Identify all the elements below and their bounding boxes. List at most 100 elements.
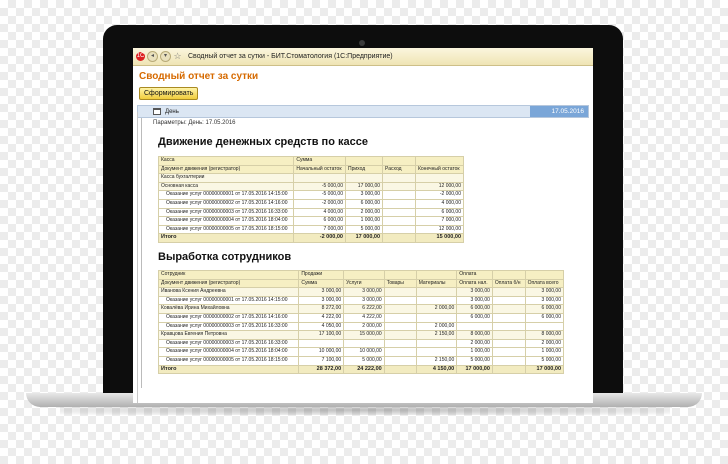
- table-header-row: Сотрудник Продажи Оплата: [157, 270, 565, 280]
- table-row: Оказание услуг 00000000003 от 17.05.2016…: [157, 207, 465, 218]
- favorite-star-icon[interactable]: ☆: [173, 52, 182, 61]
- table-cell: [415, 270, 458, 280]
- table-cell: [383, 338, 417, 349]
- table-cell: Расход: [382, 164, 416, 175]
- table-cell: 3 000,00: [524, 287, 565, 297]
- table-cell: 7 000,00: [414, 216, 465, 226]
- table-cell: Сумма: [298, 278, 345, 289]
- table-cell: 6 000,00: [456, 304, 493, 314]
- app-window: 1C ◂ ▾ ☆ Сводный отчет за сутки - БИТ.Ст…: [133, 48, 593, 403]
- table-cell: [382, 233, 416, 243]
- table-cell: [382, 173, 416, 183]
- table-cell: 17 000,00: [456, 364, 493, 375]
- app-logo-icon: 1C: [136, 52, 145, 61]
- table-row: Оказание услуг 00000000001 от 17.05.2016…: [157, 295, 565, 306]
- table-cell: 6 222,00: [343, 304, 385, 314]
- table-cell: -2 000,00: [293, 233, 346, 243]
- table-cell: [298, 338, 345, 349]
- table-cell: [382, 207, 416, 218]
- table-cell: [383, 347, 417, 357]
- table-cell: [382, 181, 416, 192]
- table-cell: 2 000,00: [415, 321, 458, 332]
- table-row: Основная касса -5 000,00 17 000,00 12 000,0…: [157, 181, 465, 192]
- table-cell: 3 000,00: [343, 295, 385, 306]
- generate-report-button[interactable]: Сформировать: [139, 87, 199, 100]
- table-cell: 15 000,00: [343, 330, 385, 340]
- table-cell: [491, 321, 526, 332]
- table-cell: [415, 347, 458, 357]
- table-cell: [415, 295, 458, 306]
- table-cell: Сотрудник: [157, 270, 300, 280]
- table-cell: 4 000,00: [293, 207, 346, 218]
- table-cell: 2 150,00: [415, 355, 458, 366]
- table-cell: 3 000,00: [456, 295, 493, 306]
- table-cell: Оказание услуг 00000000005 от 17.05.2016…: [157, 224, 295, 235]
- table-cell: 6 000,00: [524, 304, 565, 314]
- table-cell: Материалы: [415, 278, 458, 289]
- table-cell: Ковалёва Ирина Михайловна: [157, 304, 300, 314]
- table-cell: Оказание услуг 00000000003 от 17.05.2016…: [157, 321, 300, 332]
- window-titlebar: 1C ◂ ▾ ☆ Сводный отчет за сутки - БИТ.Ст…: [133, 48, 593, 66]
- table-cell: 10 000,00: [343, 347, 385, 357]
- table-cell: Оказание услуг 00000000003 от 17.05.2016…: [157, 207, 295, 218]
- table-cell: Касса: [157, 156, 295, 166]
- table-cell: [524, 321, 565, 332]
- table-cell: Оплата нал.: [456, 278, 493, 289]
- staff-output-table: Сотрудник Продажи Оплата Документ движения …: [157, 270, 565, 375]
- table-cell: Итого: [157, 364, 300, 375]
- table-cell: Приход: [344, 164, 384, 175]
- table-cell: [491, 355, 526, 366]
- table-cell: Оказание услуг 00000000003 от 17.05.2016…: [157, 338, 300, 349]
- menu-dropdown-icon[interactable]: ▾: [160, 51, 171, 62]
- table-cell: -2 000,00: [293, 198, 346, 209]
- table-cell: [382, 216, 416, 226]
- table-cell: 24 222,00: [343, 364, 385, 375]
- table-cell: 6 000,00: [293, 216, 346, 226]
- table-cell: Оплата: [456, 270, 493, 280]
- table-row: Оказание услуг 00000000001 от 17.05.2016…: [157, 190, 465, 200]
- table-cell: [491, 330, 526, 340]
- table-cell: 6 000,00: [524, 312, 565, 323]
- table-cell: Сумма: [293, 156, 346, 166]
- table-cell: Конечный остаток: [414, 164, 465, 175]
- table-cell: 17 000,00: [344, 181, 384, 192]
- back-arrow-icon[interactable]: ◂: [147, 51, 158, 62]
- table-cell: Документ движения (регистратор): [157, 278, 300, 289]
- table-cell: 2 000,00: [344, 207, 384, 218]
- table-cell: 1 000,00: [524, 347, 565, 357]
- table-cell: [456, 321, 493, 332]
- table-cell: 12 000,00: [414, 224, 465, 235]
- toolbar: Сформировать: [133, 84, 593, 103]
- table-header-row: Касса Сумма: [157, 156, 465, 166]
- window-title: Сводный отчет за сутки - БИТ.Стоматологи…: [188, 53, 393, 60]
- table-cell: Оказание услуг 00000000004 от 17.05.2016…: [157, 216, 295, 226]
- table-cell: 4 222,00: [298, 312, 345, 323]
- table-cell: [293, 173, 346, 183]
- table-cell: 8 272,00: [298, 304, 345, 314]
- table-cell: [415, 287, 458, 297]
- table-cell: Оказание услуг 00000000005 от 17.05.2016…: [157, 355, 300, 366]
- table-cell: Оказание услуг 00000000002 от 17.05.2016…: [157, 198, 295, 209]
- camera-dot: [359, 40, 365, 46]
- table-cell: 6 000,00: [344, 198, 384, 209]
- table-cell: 3 000,00: [344, 190, 384, 200]
- table-cell: 4 000,00: [414, 198, 465, 209]
- table-cell: [383, 321, 417, 332]
- table-cell: Оказание услуг 00000000004 от 17.05.2016…: [157, 347, 300, 357]
- table-cell: Основная касса: [157, 181, 295, 192]
- report-area: Параметры: День: 17.05.2016 Движение ден…: [137, 112, 589, 403]
- table-cell: 3 000,00: [524, 295, 565, 306]
- laptop-bezel: 1C ◂ ▾ ☆ Сводный отчет за сутки - БИТ.Ст…: [103, 25, 623, 403]
- table-cell: [415, 312, 458, 323]
- table-row: Иванова Ксения Андреевна 3 000,00 3 000,00…: [157, 287, 565, 297]
- table-cell: Оказание услуг 00000000001 от 17.05.2016…: [157, 190, 295, 200]
- table-cell: 2 000,00: [456, 338, 493, 349]
- table-cell: [344, 156, 384, 166]
- table-cell: [383, 312, 417, 323]
- table-cell: [414, 173, 465, 183]
- page-title: Сводный отчет за сутки: [139, 71, 259, 82]
- section-staff-title: Выработка сотрудников: [158, 251, 292, 263]
- table-cell: [491, 295, 526, 306]
- table-row: Ковалёва Ирина Михайловна 8 272,00 6 222,0…: [157, 304, 565, 314]
- table-total-row: Итого 28 372,00 24 222,00 4 150,00 17 000,00…: [157, 364, 565, 375]
